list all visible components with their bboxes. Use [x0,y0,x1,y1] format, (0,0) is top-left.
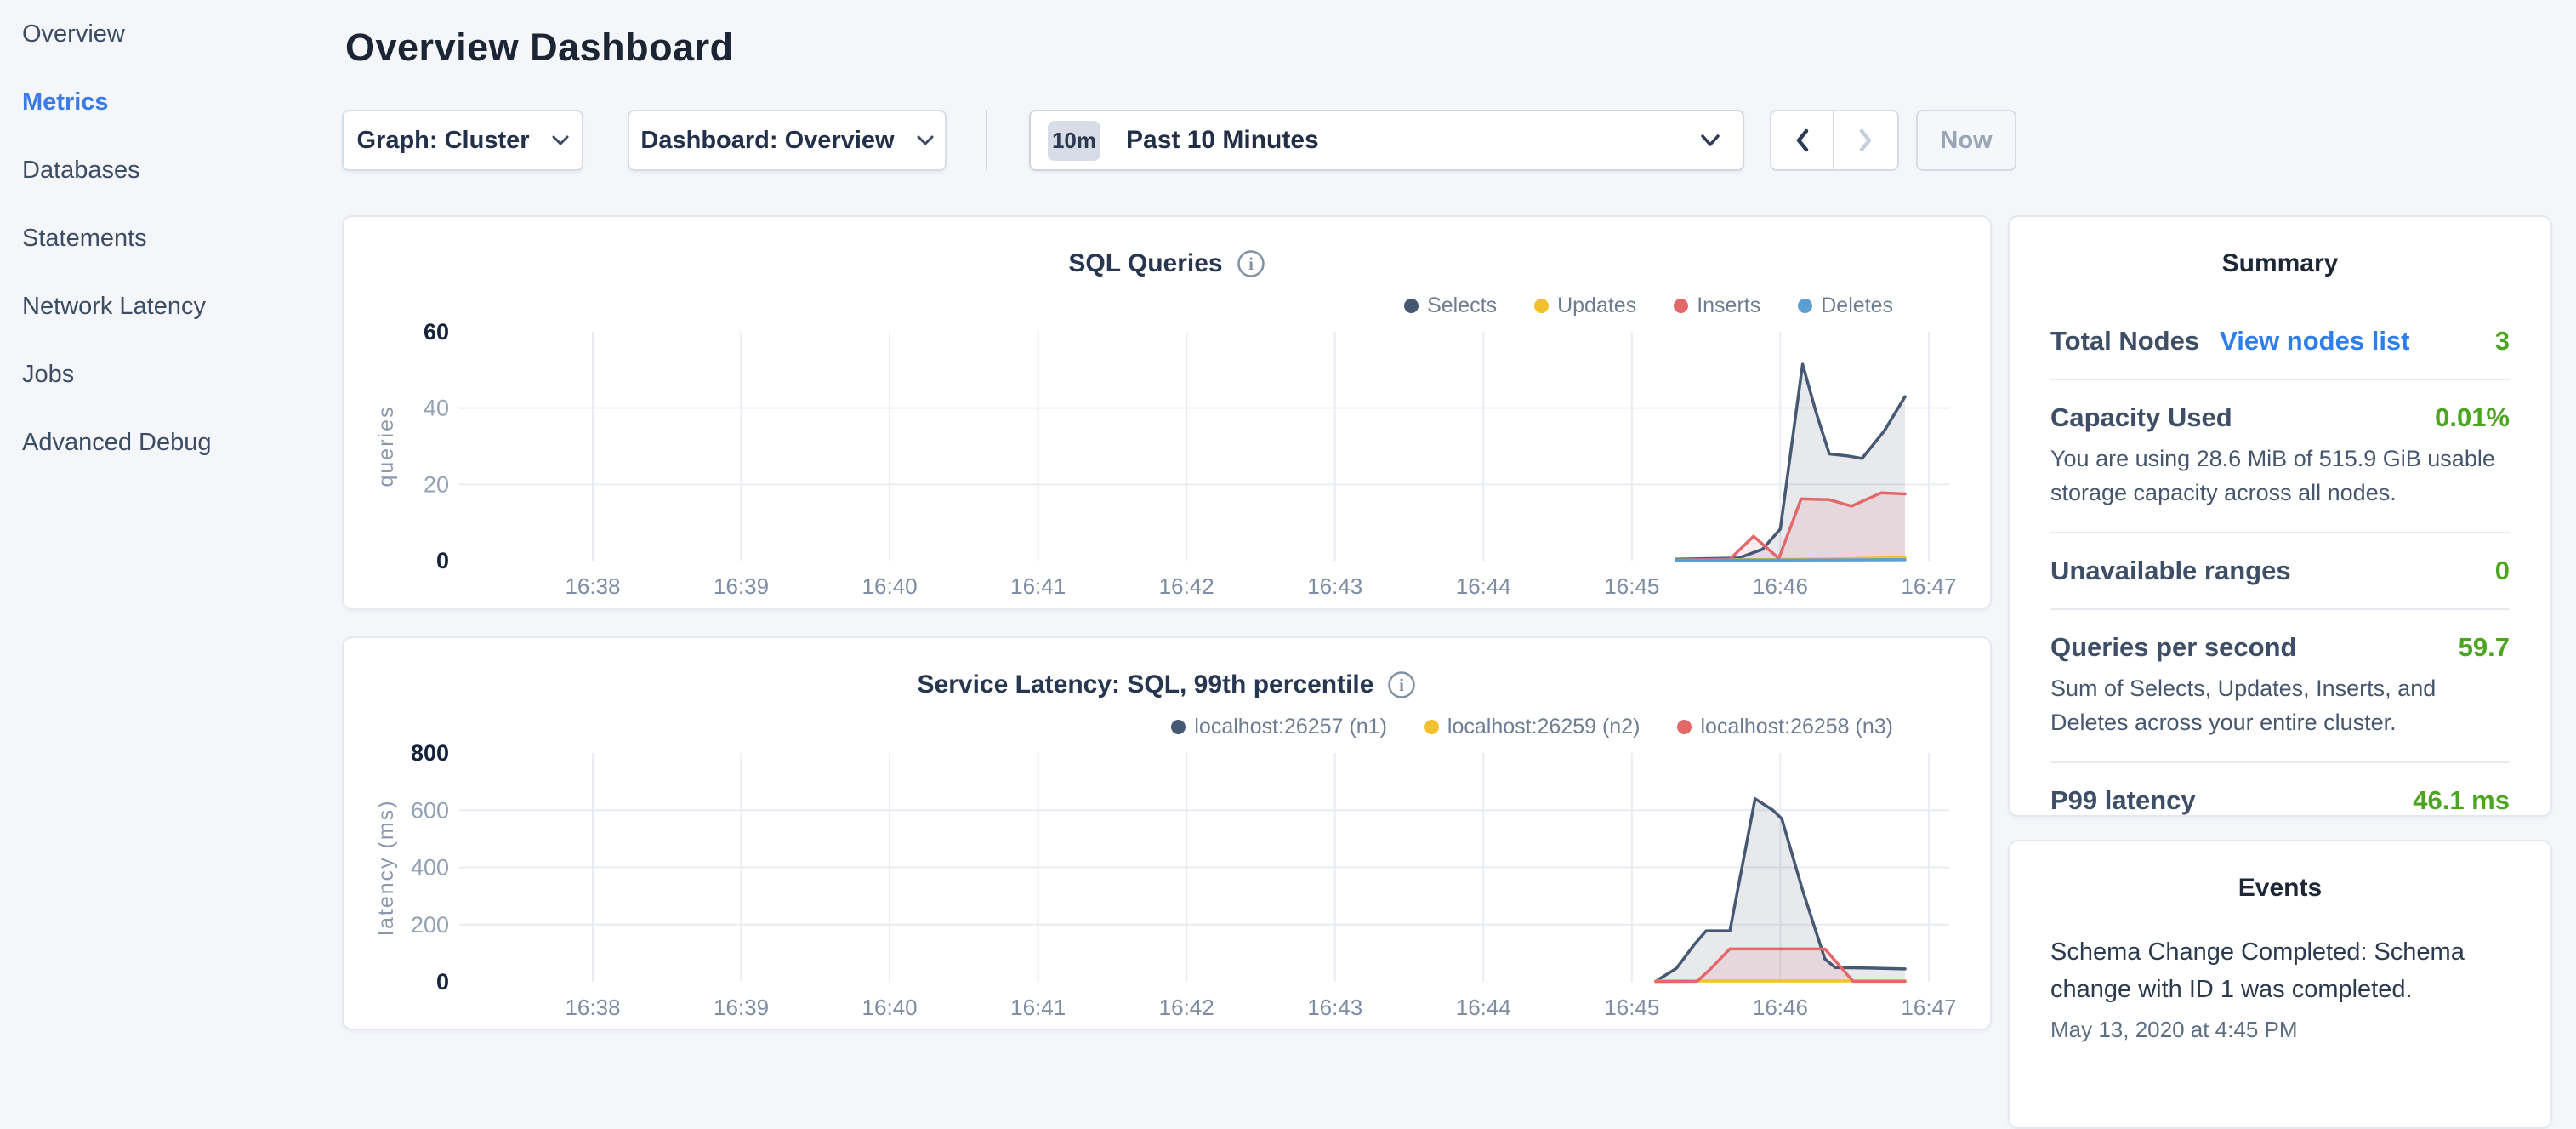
now-button[interactable]: Now [1916,110,2016,171]
sidebar-item-statements[interactable]: Statements [0,204,342,272]
event-timestamp: May 13, 2020 at 4:45 PM [2050,1017,2510,1043]
x-tick-label: 16:43 [1307,995,1362,1020]
time-pager [1770,110,1899,171]
series-line [1676,560,1905,561]
events-panel: Events Schema Change Completed: Schema c… [2008,840,2552,1129]
graph-dropdown-label: Graph: Cluster [356,127,529,155]
x-tick-label: 16:46 [1753,995,1808,1020]
chevron-right-icon [1858,128,1874,152]
y-tick-label: 800 [411,740,449,766]
x-tick-label: 16:42 [1159,573,1214,599]
event-text: Schema Change Completed: Schema change w… [2050,933,2510,1008]
y-tick-label: 20 [424,471,449,497]
y-tick-label: 200 [411,912,449,938]
x-tick-label: 16:38 [565,995,620,1020]
y-tick-label: 600 [411,797,449,823]
sidebar-item-jobs[interactable]: Jobs [0,340,342,408]
divider [2050,379,2510,380]
summary-row: P99 latency 46.1 ms [2050,785,2510,816]
x-tick-label: 16:47 [1901,995,1956,1020]
events-title: Events [2050,874,2510,903]
summary-row-label: Unavailable ranges [2050,556,2291,586]
summary-row-value: 0 [2495,556,2510,586]
x-tick-label: 16:39 [714,573,769,599]
sidebar-item-overview[interactable]: Overview [0,0,342,68]
view-nodes-list-link[interactable]: View nodes list [2220,326,2409,356]
x-tick-label: 16:45 [1604,573,1659,599]
summary-row-label: Capacity Used [2050,402,2232,433]
y-tick-label: 400 [411,855,449,881]
x-tick-label: 16:38 [565,573,620,599]
y-tick-label: 40 [424,396,449,421]
summary-panel: Summary Total Nodes View nodes list 3 Capac… [2008,215,2552,817]
divider [2050,608,2510,610]
summary-row-value: 46.1 ms [2413,785,2510,816]
dashboard-dropdown-label: Dashboard: Overview [640,127,894,155]
x-tick-label: 16:43 [1307,573,1362,599]
summary-rows: Total Nodes View nodes list 3 Capacity Used… [2050,326,2510,816]
summary-title: Summary [2050,249,2510,278]
summary-row-label: Total Nodes [2050,326,2199,356]
y-tick-label: 0 [436,548,449,573]
summary-row: Total Nodes View nodes list 3 [2050,326,2510,356]
time-forward-button[interactable] [1834,111,1897,169]
x-tick-label: 16:39 [714,995,769,1020]
summary-row-description: Sum of Selects, Updates, Inserts, and De… [2050,671,2510,739]
service-latency-plot[interactable]: 16:38 16:39 16:40 16:41 16:42 16:43 16:44 16:45… [344,638,1993,1033]
graph-dropdown[interactable]: Graph: Cluster [342,110,583,171]
sidebar-item-databases[interactable]: Databases [0,136,342,204]
time-range-label: Past 10 Minutes [1126,126,1319,155]
chevron-down-icon [917,135,934,146]
divider [2050,761,2510,763]
sidebar: OverviewMetricsDatabasesStatementsNetwor… [0,0,342,1052]
controls-bar: Graph: Cluster Dashboard: Overview 10m P… [342,110,2016,171]
summary-row-value: 59.7 [2459,632,2510,663]
summary-row-value: 0.01% [2435,402,2510,433]
x-tick-label: 16:42 [1159,995,1214,1020]
x-tick-label: 16:41 [1010,995,1066,1020]
sidebar-nav-list: OverviewMetricsDatabasesStatementsNetwor… [0,0,342,476]
y-tick-label: 60 [424,319,449,345]
time-range-badge: 10m [1048,121,1100,161]
sidebar-item-metrics[interactable]: Metrics [0,68,342,136]
sql-queries-chart-card: SQL Queries i SelectsUpdatesInsertsDelet… [342,215,1992,610]
x-tick-label: 16:46 [1753,573,1808,599]
chevron-left-icon [1794,128,1810,152]
sidebar-item-advanced-debug[interactable]: Advanced Debug [0,408,342,476]
summary-row: Capacity Used 0.01% [2050,402,2510,433]
summary-row: Unavailable ranges 0 [2050,556,2510,586]
sidebar-item-network-latency[interactable]: Network Latency [0,272,342,340]
time-range-dropdown[interactable]: 10m Past 10 Minutes [1029,110,1744,171]
event-list: Schema Change Completed: Schema change w… [2050,933,2510,1043]
divider [2050,532,2510,533]
controls-divider [986,110,987,171]
x-tick-label: 16:41 [1010,573,1066,599]
summary-row-description: You are using 28.6 MiB of 515.9 GiB usab… [2050,442,2510,510]
sql-queries-plot[interactable]: 16:38 16:39 16:40 16:41 16:42 16:43 16:44 16:45… [344,217,1993,612]
chevron-down-icon [552,135,569,146]
summary-row: Queries per second 59.7 [2050,632,2510,663]
y-axis-label: queries [374,406,398,488]
summary-row-label: Queries per second [2050,632,2296,663]
x-tick-label: 16:40 [862,573,918,599]
y-axis-label: latency (ms) [374,799,398,935]
x-tick-label: 16:40 [862,995,918,1020]
dashboard-dropdown[interactable]: Dashboard: Overview [628,110,947,171]
y-tick-label: 0 [436,969,449,995]
x-tick-label: 16:47 [1901,573,1956,599]
time-back-button[interactable] [1771,111,1834,169]
service-latency-chart-card: Service Latency: SQL, 99th percentile i … [342,636,1992,1030]
summary-row-value: 3 [2495,326,2510,356]
page-title: Overview Dashboard [345,26,734,70]
x-tick-label: 16:44 [1456,573,1511,599]
summary-row-label: P99 latency [2050,785,2196,816]
x-tick-label: 16:44 [1456,995,1511,1020]
x-tick-label: 16:45 [1604,995,1659,1020]
chevron-down-icon [1700,134,1720,147]
